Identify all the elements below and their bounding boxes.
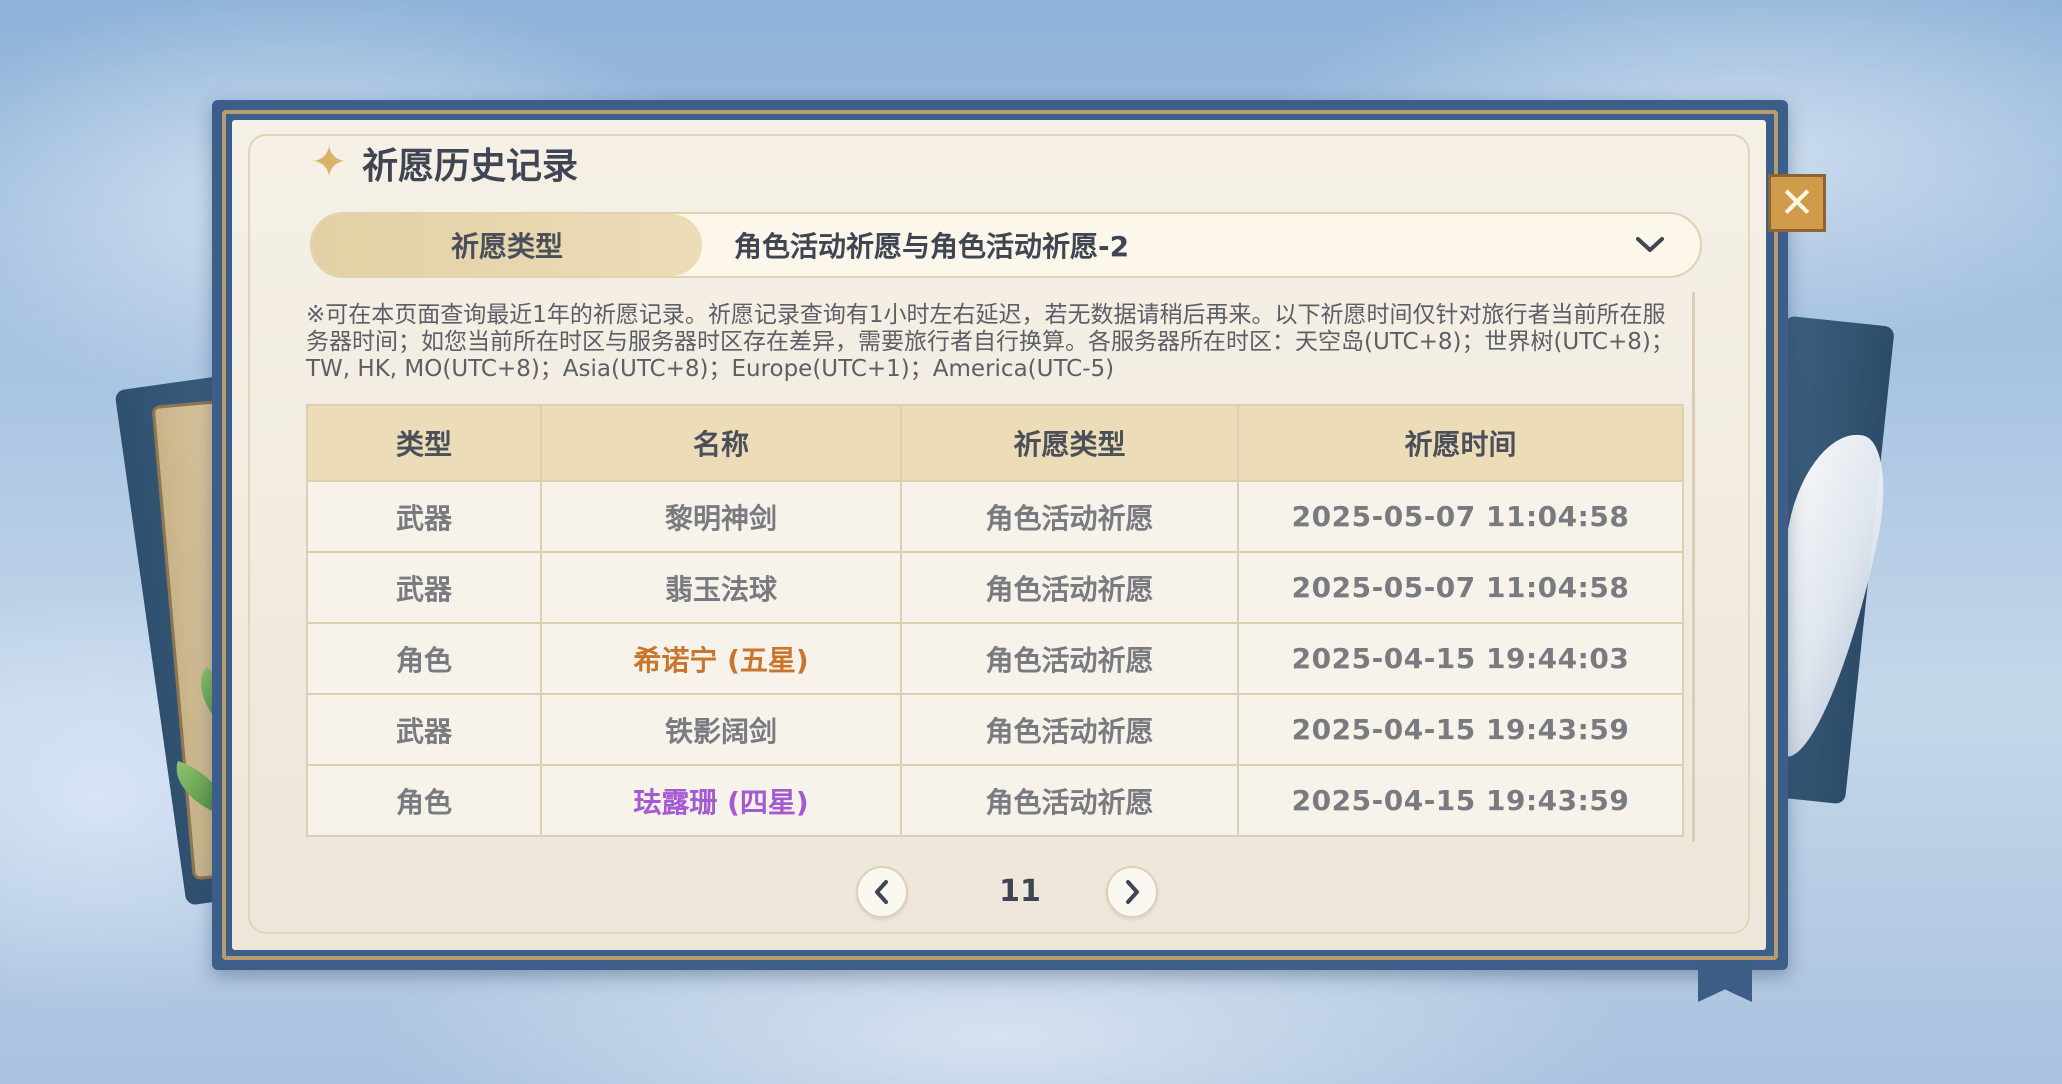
next-page-button[interactable] [1106,866,1158,918]
column-header-wish-type: 祈愿类型 [900,404,1239,482]
table-header-row: 类型 名称 祈愿类型 祈愿时间 [306,404,1684,482]
cell-wish-type: 角色活动祈愿 [900,480,1239,553]
title-bar: ✦ 祈愿历史记录 [306,138,578,188]
close-icon: ✕ [1779,178,1815,227]
cell-type: 武器 [306,693,542,766]
wish-type-selected[interactable]: 角色活动祈愿与角色活动祈愿-2 [702,225,1630,265]
cell-wish-type: 角色活动祈愿 [900,764,1239,837]
table-row: 角色 珐露珊 (四星) 角色活动祈愿 2025-04-15 19:43:59 [306,764,1684,837]
table-row: 角色 希诺宁 (五星) 角色活动祈愿 2025-04-15 19:44:03 [306,622,1684,695]
chevron-right-icon [1126,880,1139,904]
close-button[interactable]: ✕ [1768,174,1826,232]
cell-type: 武器 [306,480,542,553]
cell-time: 2025-04-15 19:43:59 [1237,764,1684,837]
cell-time: 2025-04-15 19:43:59 [1237,693,1684,766]
column-header-type: 类型 [306,404,542,482]
cell-time: 2025-04-15 19:44:03 [1237,622,1684,695]
cell-name-four-star: 珐露珊 (四星) [540,764,902,837]
notice-text: ※可在本页面查询最近1年的祈愿记录。祈愿记录查询有1小时左右延迟，若无数据请稍后… [306,302,1674,382]
cell-type: 角色 [306,764,542,837]
pagination: 11 [850,866,1170,922]
cell-wish-type: 角色活动祈愿 [900,693,1239,766]
cell-type: 角色 [306,622,542,695]
cell-wish-type: 角色活动祈愿 [900,622,1239,695]
cell-name-five-star: 希诺宁 (五星) [540,622,902,695]
table-row: 武器 翡玉法球 角色活动祈愿 2025-05-07 11:04:58 [306,551,1684,624]
table-row: 武器 铁影阔剑 角色活动祈愿 2025-04-15 19:43:59 [306,693,1684,766]
scrollbar[interactable] [1692,292,1695,842]
wish-records-table: 类型 名称 祈愿类型 祈愿时间 武器 黎明神剑 角色活动祈愿 2025-05-0… [306,404,1684,837]
sparkle-icon: ✦ [310,137,348,188]
column-header-wish-time: 祈愿时间 [1237,404,1684,482]
cell-name: 铁影阔剑 [540,693,902,766]
cell-name: 翡玉法球 [540,551,902,624]
column-header-name: 名称 [540,404,902,482]
chevron-left-icon [875,880,888,904]
table-row: 武器 黎明神剑 角色活动祈愿 2025-05-07 11:04:58 [306,480,1684,553]
prev-page-button[interactable] [856,866,908,918]
cell-name: 黎明神剑 [540,480,902,553]
cell-wish-type: 角色活动祈愿 [900,551,1239,624]
wish-type-label: 祈愿类型 [312,214,702,276]
chevron-down-icon[interactable] [1630,225,1670,265]
wish-type-dropdown[interactable]: 祈愿类型 角色活动祈愿与角色活动祈愿-2 [310,212,1702,278]
page-title: 祈愿历史记录 [362,146,579,187]
page-number: 11 [999,874,1041,909]
cell-type: 武器 [306,551,542,624]
cell-time: 2025-05-07 11:04:58 [1237,551,1684,624]
cell-time: 2025-05-07 11:04:58 [1237,480,1684,553]
